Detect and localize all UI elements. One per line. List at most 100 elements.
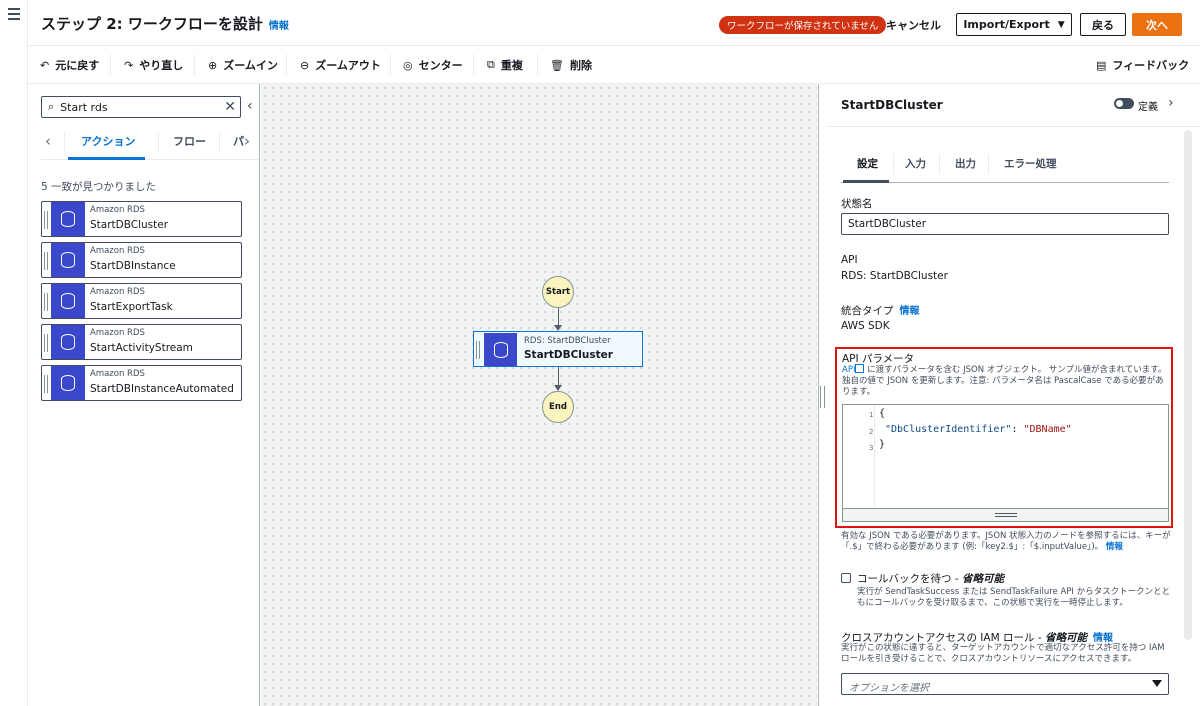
action-name: StartDBInstance [90, 260, 176, 272]
trash-icon: 🗑 [550, 58, 564, 72]
action-service: Amazon RDS [90, 328, 145, 338]
definition-toggle[interactable] [1114, 98, 1134, 109]
unsaved-badge: ワークフローが保存されていません [719, 16, 887, 34]
next-button[interactable]: 次へ [1132, 13, 1182, 36]
tab-input[interactable]: 入力 [905, 156, 926, 171]
zoom-in-button[interactable]: ⊕ ズームイン [208, 57, 278, 73]
editor-resize-handle[interactable] [843, 508, 1168, 521]
action-item[interactable]: Amazon RDS StartActivityStream [41, 324, 242, 360]
chevron-right-icon[interactable]: › [1168, 95, 1174, 111]
task-node-startdbcluster[interactable]: RDS: StartDBCluster StartDBCluster [473, 331, 643, 367]
cancel-button[interactable]: キャンセル [886, 17, 941, 33]
search-input[interactable]: ⌕ Start rds ✕ [41, 96, 241, 118]
import-export-button[interactable]: Import/Export ▼ [956, 13, 1072, 36]
state-name-label: 状態名 [841, 198, 873, 210]
action-item[interactable]: Amazon RDS StartDBInstance [41, 242, 242, 278]
rds-icon [51, 325, 85, 359]
page-title: ステップ 2: ワークフローを設計 情報 [41, 13, 289, 34]
rds-icon [51, 284, 85, 318]
back-button[interactable]: 戻る [1080, 13, 1126, 36]
duplicate-label: 重複 [500, 59, 523, 72]
line-number: 2 [869, 428, 874, 436]
tab-error-handling[interactable]: エラー処理 [1004, 156, 1057, 171]
tabs-prev-icon[interactable]: ‹ [45, 132, 51, 150]
duplicate-button[interactable]: ⧉ 重複 [487, 57, 523, 73]
drag-handle-icon[interactable] [44, 211, 48, 229]
panel-splitter[interactable] [818, 84, 826, 706]
callback-label-text: コールバックを待つ - [857, 573, 962, 585]
action-item[interactable]: Amazon RDS StartExportTask [41, 283, 242, 319]
title-info-link[interactable]: 情報 [269, 21, 289, 32]
tab-output[interactable]: 出力 [955, 156, 976, 171]
drag-handle-icon[interactable] [476, 341, 480, 359]
match-count: 5 一致が見つかりました [41, 181, 157, 193]
rds-icon [484, 333, 517, 366]
tab-divider [219, 132, 220, 152]
start-node[interactable]: Start [542, 276, 574, 308]
json-value: "DBName" [1023, 424, 1072, 435]
drag-handle-icon[interactable] [44, 375, 48, 393]
integration-info-link[interactable]: 情報 [900, 306, 920, 317]
inspector-title: StartDBCluster [841, 98, 943, 112]
page-header: ステップ 2: ワークフローを設計 情報 ワークフローが保存されていません キャン… [28, 0, 1200, 46]
toolbar-divider [390, 54, 391, 76]
integration-type-label: 統合タイプ 情報 [841, 302, 920, 318]
action-name: StartDBCluster [90, 219, 169, 231]
delete-label: 削除 [569, 59, 592, 72]
task-node-type: RDS: StartDBCluster [524, 336, 611, 346]
feedback-icon: ▤ [1096, 58, 1107, 72]
state-name-input[interactable]: StartDBCluster [841, 213, 1169, 235]
code-line: } [879, 439, 886, 450]
menu-icon[interactable] [8, 8, 20, 23]
action-item[interactable]: Amazon RDS StartDBInstanceAutomated… [41, 365, 242, 401]
caret-down-icon [1152, 680, 1162, 687]
resize-grip-icon [995, 513, 1017, 517]
undo-button[interactable]: ↶ 元に戻す [40, 57, 99, 73]
redo-button[interactable]: ↷ やり直し [124, 57, 183, 73]
redo-icon: ↷ [124, 58, 134, 72]
definition-toggle-label: 定義 [1138, 102, 1158, 113]
drag-handle-icon[interactable] [44, 252, 48, 270]
workflow-canvas[interactable]: Start RDS: StartDBCluster StartDBCluster… [261, 84, 817, 706]
toolbar-divider [194, 54, 195, 76]
action-service: Amazon RDS [90, 369, 145, 379]
iam-role-select[interactable]: オプションを選択 [841, 673, 1169, 695]
splitter-handle-icon[interactable] [820, 386, 825, 408]
design-toolbar: ↶ 元に戻す ↷ やり直し ⊕ ズームイン ⊖ ズームアウト ◎ センター ⧉ 重複 🗑 削除… [28, 46, 1200, 84]
undo-label: 元に戻す [55, 59, 100, 72]
clear-search-icon[interactable]: ✕ [224, 99, 236, 115]
center-button[interactable]: ◎ センター [403, 57, 463, 73]
zoom-out-button[interactable]: ⊖ ズームアウト [300, 57, 381, 73]
drag-handle-icon[interactable] [44, 334, 48, 352]
callback-checkbox[interactable] [841, 573, 851, 583]
search-icon: ⌕ [48, 100, 55, 113]
rds-icon [51, 366, 85, 400]
states-browser: ⌕ Start rds ✕ ‹ ‹ アクション フロー パ › 5 一致が見つか… [28, 84, 260, 706]
collapse-panel-icon[interactable]: ‹ [247, 98, 253, 114]
import-export-label: Import/Export [963, 18, 1050, 31]
tab-flow[interactable]: フロー [173, 133, 206, 149]
callback-description: 実行が SendTaskSuccess または SendTaskFailure … [857, 587, 1171, 608]
rds-icon [51, 243, 85, 277]
action-item[interactable]: Amazon RDS StartDBCluster [41, 201, 242, 237]
json-note: 有効な JSON である必要があります。JSON 状態入力のノードを参照するには… [841, 531, 1171, 553]
undo-icon: ↶ [40, 58, 50, 72]
api-label: API [841, 254, 858, 266]
tab-patterns[interactable]: パ [233, 133, 244, 149]
end-node[interactable]: End [542, 391, 574, 423]
inspector-scrollbar[interactable] [1184, 130, 1192, 640]
tab-settings[interactable]: 設定 [857, 156, 878, 171]
optional-tag: 省略可能 [961, 573, 1004, 585]
drag-handle-icon[interactable] [44, 293, 48, 311]
api-doc-link[interactable]: API [842, 365, 855, 375]
feedback-button[interactable]: ▤ フィードバック [1096, 57, 1189, 73]
tabs-next-icon[interactable]: › [244, 132, 250, 150]
external-link-icon[interactable] [855, 364, 865, 373]
tab-actions[interactable]: アクション [81, 133, 135, 149]
json-editor[interactable]: 1 2 3 { "DbClusterIdentifier": "DBName" … [842, 404, 1169, 522]
delete-button[interactable]: 🗑 削除 [550, 57, 592, 73]
tab-divider [893, 154, 894, 174]
json-note-info-link[interactable]: 情報 [1106, 542, 1123, 552]
center-label: センター [418, 59, 463, 72]
action-name: StartActivityStream [90, 342, 193, 354]
